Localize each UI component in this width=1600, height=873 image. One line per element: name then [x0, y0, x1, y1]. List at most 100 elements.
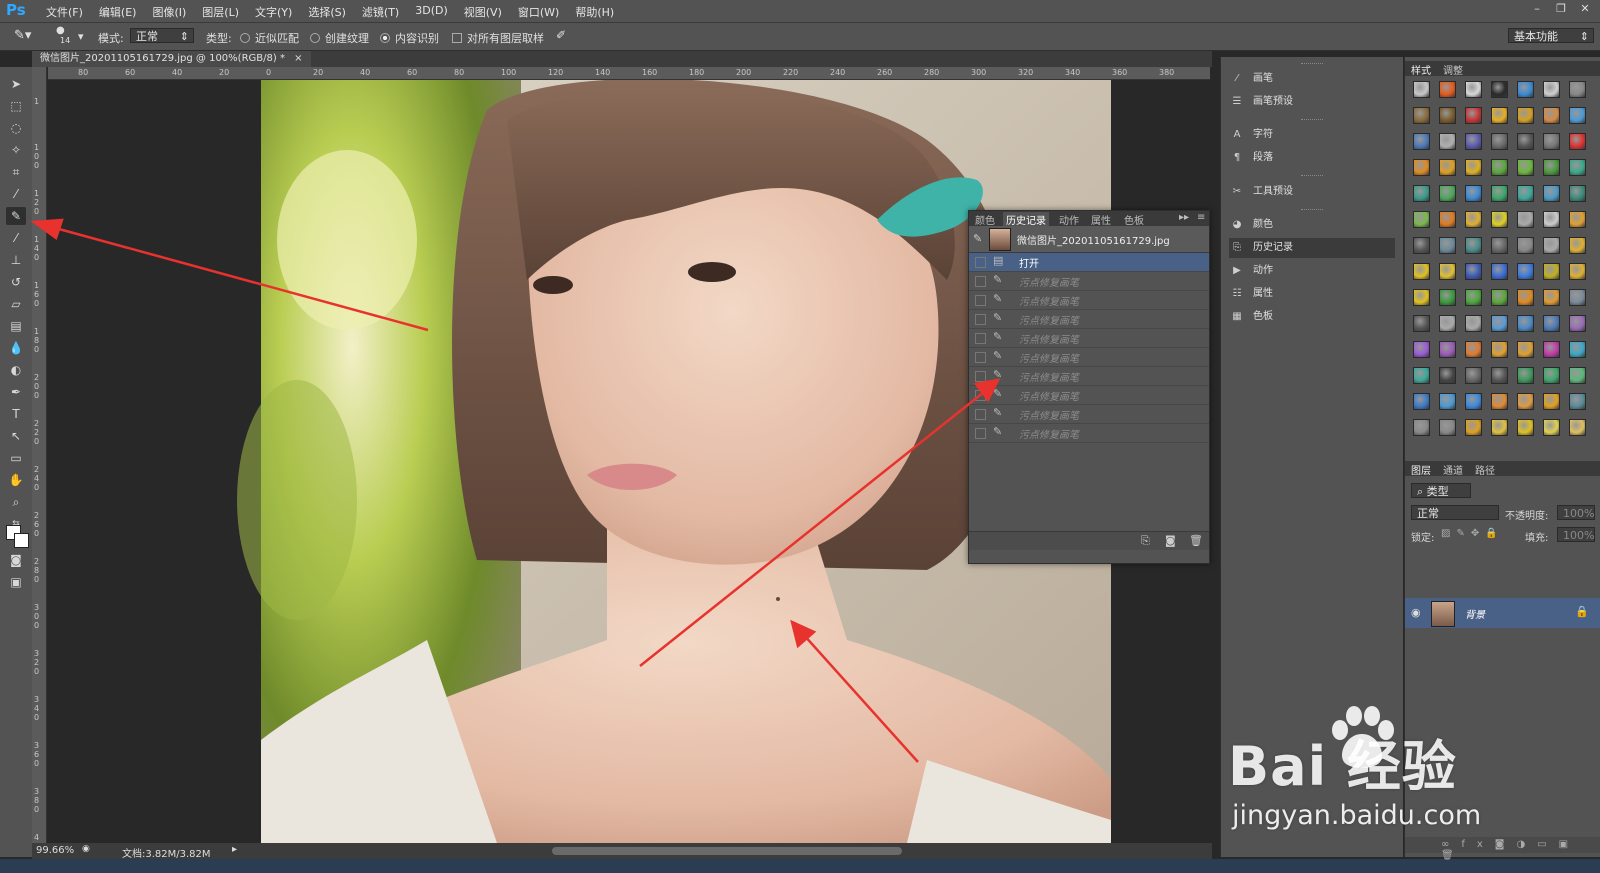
style-swatch[interactable] [1569, 81, 1586, 98]
opacity-input[interactable]: 100% [1557, 505, 1595, 520]
expand-icon[interactable]: ▸▸ [1179, 212, 1189, 223]
style-swatch[interactable] [1491, 341, 1508, 358]
style-swatch[interactable] [1543, 237, 1560, 254]
quick-mask-icon[interactable]: ◙ [6, 551, 26, 569]
panel-brush-presets[interactable]: ☰ 画笔预设 [1229, 92, 1395, 112]
type-proximity-match[interactable]: 近似匹配 [240, 30, 299, 46]
style-swatch[interactable] [1465, 367, 1482, 384]
style-swatch[interactable] [1465, 419, 1482, 436]
panel-brush[interactable]: ⁄ 画笔 [1229, 69, 1395, 89]
style-swatch[interactable] [1517, 315, 1534, 332]
history-source-checkbox[interactable] [975, 409, 986, 420]
style-swatch[interactable] [1413, 263, 1430, 280]
camera-icon[interactable]: ◙ [1165, 534, 1176, 547]
style-swatch[interactable] [1517, 211, 1534, 228]
panel-tool-presets[interactable]: ✂ 工具预设 [1229, 182, 1395, 202]
style-swatch[interactable] [1569, 211, 1586, 228]
style-swatch[interactable] [1439, 341, 1456, 358]
style-swatch[interactable] [1491, 185, 1508, 202]
style-swatch[interactable] [1569, 315, 1586, 332]
style-swatch[interactable] [1569, 237, 1586, 254]
style-swatch[interactable] [1517, 237, 1534, 254]
style-swatch[interactable] [1413, 211, 1430, 228]
history-step[interactable]: ✎ 污点修复画笔 [969, 348, 1209, 367]
style-swatch[interactable] [1491, 81, 1508, 98]
style-swatch[interactable] [1543, 367, 1560, 384]
document-tab[interactable]: 微信图片_20201105161729.jpg @ 100%(RGB/8) * … [32, 51, 311, 67]
history-step-open[interactable]: ▤ 打开 [969, 253, 1209, 272]
history-source-checkbox[interactable] [975, 257, 986, 268]
history-step[interactable]: ✎ 污点修复画笔 [969, 310, 1209, 329]
style-swatch[interactable] [1569, 341, 1586, 358]
style-swatch[interactable] [1413, 419, 1430, 436]
tab-color[interactable]: 颜色 [975, 212, 995, 227]
history-step[interactable]: ✎ 污点修复画笔 [969, 424, 1209, 443]
style-swatch[interactable] [1543, 419, 1560, 436]
history-step[interactable]: ✎ 污点修复画笔 [969, 386, 1209, 405]
style-swatch[interactable] [1465, 289, 1482, 306]
style-swatch[interactable] [1491, 315, 1508, 332]
marquee-tool-icon[interactable]: ⬚ [6, 97, 26, 115]
gradient-tool-icon[interactable]: ▤ [6, 317, 26, 335]
style-swatch[interactable] [1569, 419, 1586, 436]
layer-row-background[interactable]: ◉ 背景 🔒 [1405, 598, 1600, 628]
style-swatch[interactable] [1413, 237, 1430, 254]
blur-tool-icon[interactable]: 💧 [6, 339, 26, 357]
eraser-tool-icon[interactable]: ▱ [6, 295, 26, 313]
style-swatch[interactable] [1465, 263, 1482, 280]
history-source-checkbox[interactable] [975, 333, 986, 344]
zoom-tool-icon[interactable]: ⌕ [6, 493, 26, 511]
style-swatch[interactable] [1439, 107, 1456, 124]
history-source-checkbox[interactable] [975, 352, 986, 363]
tab-properties[interactable]: 属性 [1091, 212, 1111, 227]
style-swatch[interactable] [1413, 185, 1430, 202]
style-swatch[interactable] [1439, 263, 1456, 280]
style-swatch[interactable] [1543, 341, 1560, 358]
hand-tool-icon[interactable]: ✋ [6, 471, 26, 489]
style-swatch[interactable] [1465, 315, 1482, 332]
style-swatch[interactable] [1439, 289, 1456, 306]
menu-layer[interactable]: 图层(L) [194, 4, 247, 20]
style-swatch[interactable] [1413, 393, 1430, 410]
history-source-checkbox[interactable] [975, 276, 986, 287]
style-swatch[interactable] [1465, 185, 1482, 202]
crop-tool-icon[interactable]: ⌗ [6, 163, 26, 181]
history-step[interactable]: ✎ 污点修复画笔 [969, 272, 1209, 291]
menu-select[interactable]: 选择(S) [300, 4, 354, 20]
menu-help[interactable]: 帮助(H) [567, 4, 622, 20]
style-swatch[interactable] [1569, 393, 1586, 410]
tab-swatches[interactable]: 色板 [1124, 212, 1144, 227]
style-swatch[interactable] [1517, 289, 1534, 306]
history-brush-tool-icon[interactable]: ↺ [6, 273, 26, 291]
quick-select-tool-icon[interactable]: ✧ [6, 141, 26, 159]
style-swatch[interactable] [1543, 81, 1560, 98]
lock-icons[interactable]: ▨✎✥🔒 [1441, 528, 1504, 539]
path-select-tool-icon[interactable]: ↖ [6, 427, 26, 445]
screen-mode-icon[interactable]: ▣ [6, 573, 26, 591]
tab-actions[interactable]: 动作 [1059, 212, 1079, 227]
style-swatch[interactable] [1439, 237, 1456, 254]
close-icon[interactable]: ✕ [1576, 2, 1594, 16]
style-swatch[interactable] [1465, 211, 1482, 228]
style-swatch[interactable] [1491, 367, 1508, 384]
style-swatch[interactable] [1413, 367, 1430, 384]
brush-picker-arrow-icon[interactable]: ▾ [78, 30, 84, 43]
workspace-select[interactable]: 基本功能 ⇕ [1508, 28, 1594, 43]
tab-history[interactable]: 历史记录 [1003, 212, 1049, 227]
mode-select[interactable]: 正常 ⇕ [130, 28, 194, 43]
style-swatch[interactable] [1569, 263, 1586, 280]
panel-character[interactable]: A 字符 [1229, 125, 1395, 145]
layer-filter-select[interactable]: ⌕ 类型 [1411, 483, 1471, 498]
history-source-checkbox[interactable] [975, 295, 986, 306]
pen-tool-icon[interactable]: ✒ [6, 383, 26, 401]
style-swatch[interactable] [1491, 159, 1508, 176]
history-source-checkbox[interactable] [975, 314, 986, 325]
tab-channels[interactable]: 通道 [1443, 462, 1463, 477]
style-swatch[interactable] [1439, 393, 1456, 410]
zoom-level[interactable]: 99.66% [36, 845, 74, 856]
tab-layers[interactable]: 图层 [1411, 462, 1431, 477]
menu-3d[interactable]: 3D(D) [407, 4, 456, 20]
style-swatch[interactable] [1491, 393, 1508, 410]
brush-preview-icon[interactable]: ● [56, 25, 65, 36]
style-swatch[interactable] [1569, 107, 1586, 124]
